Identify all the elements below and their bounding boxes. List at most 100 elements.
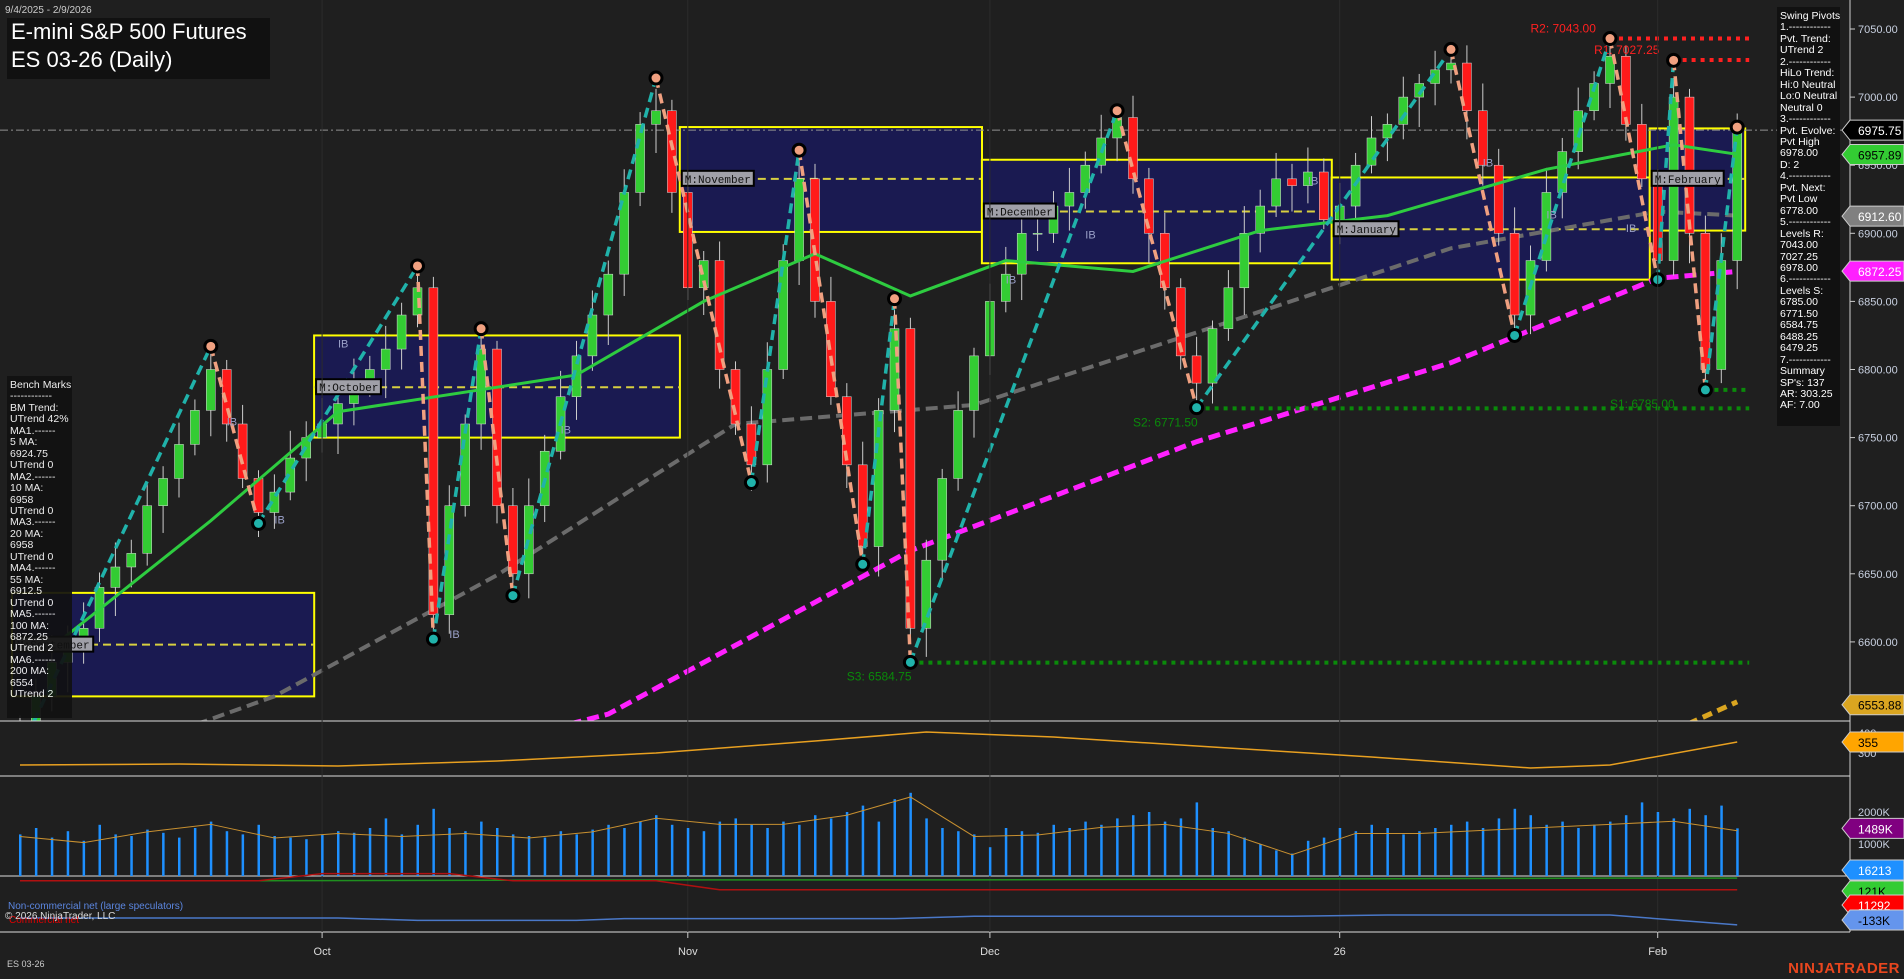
volume-bar bbox=[432, 808, 435, 876]
volume-tag: 1489K bbox=[1858, 822, 1893, 836]
volume-bar bbox=[1593, 824, 1596, 876]
x-tick-label: Oct bbox=[314, 946, 331, 958]
candle-up bbox=[460, 423, 470, 506]
volume-bar bbox=[384, 818, 388, 876]
panel-line: 6479.25 bbox=[1780, 342, 1818, 355]
volume-bar bbox=[1036, 832, 1040, 876]
y-tick-label: 7000.00 bbox=[1858, 92, 1898, 104]
swing-low-marker bbox=[902, 654, 918, 670]
volume-bar bbox=[1195, 802, 1199, 876]
volume-bar bbox=[82, 840, 86, 876]
ib-marker: IB bbox=[1085, 230, 1095, 242]
candle-up bbox=[635, 124, 645, 193]
chart-subtitle: ES 03-26 (Daily) bbox=[11, 47, 173, 72]
swing-high-marker bbox=[648, 70, 664, 86]
volume-bar bbox=[1704, 815, 1707, 876]
volume-bar bbox=[1497, 818, 1501, 876]
price-chart[interactable]: R2: 7043.00R1: 7027.25S1: 6785.00S2: 677… bbox=[0, 0, 1904, 979]
candle-up bbox=[524, 505, 534, 575]
level-label: S2: 6771.50 bbox=[1133, 415, 1198, 429]
volume-bar bbox=[1163, 821, 1167, 876]
panel-line: Summary bbox=[1780, 365, 1825, 378]
volume-bar bbox=[352, 832, 356, 876]
x-tick-label: Dec bbox=[980, 946, 1000, 958]
ib-marker: IB bbox=[1626, 223, 1636, 235]
candle-up bbox=[921, 559, 932, 629]
volume-bar bbox=[1465, 821, 1469, 876]
volume-bar bbox=[1672, 818, 1676, 876]
volume-bar bbox=[893, 799, 896, 876]
copyright: © 2026 NinjaTrader, LLC bbox=[5, 911, 116, 922]
volume-bar bbox=[1291, 853, 1294, 876]
volume-bar bbox=[1306, 840, 1310, 876]
volume-bar bbox=[1624, 815, 1628, 876]
volume-bar bbox=[575, 834, 578, 876]
level-label: R2: 7043.00 bbox=[1531, 22, 1597, 36]
volume-bar bbox=[162, 832, 165, 876]
volume-bar bbox=[1688, 808, 1691, 876]
volume-bar bbox=[909, 792, 912, 876]
candle-down bbox=[667, 110, 677, 193]
panel-line: 5.------------ bbox=[1780, 216, 1831, 229]
candle-down bbox=[1493, 164, 1504, 234]
candle-up bbox=[126, 553, 137, 568]
volume-bar bbox=[448, 828, 451, 876]
candle-down bbox=[1287, 178, 1297, 186]
volume-bar bbox=[1720, 805, 1723, 876]
y-tick-label: 6800.00 bbox=[1858, 365, 1898, 377]
volume-bar bbox=[225, 831, 229, 876]
panel-line: UTrend 2 bbox=[10, 688, 54, 701]
price-tag: 6975.75 bbox=[1858, 124, 1902, 138]
volume-bar bbox=[193, 828, 197, 876]
volume-bar bbox=[273, 836, 276, 876]
volume-bar bbox=[591, 829, 594, 876]
volume-bar bbox=[988, 847, 992, 876]
volume-bar bbox=[1481, 828, 1485, 876]
candle-up bbox=[380, 348, 391, 370]
candle-up bbox=[778, 260, 788, 370]
volume-bar bbox=[1513, 808, 1517, 876]
y-tick-label: 6850.00 bbox=[1858, 296, 1898, 308]
volume-bar bbox=[98, 824, 101, 876]
volume-bar bbox=[257, 824, 260, 876]
candle-down bbox=[905, 328, 916, 629]
y-tick-label: 6900.00 bbox=[1858, 228, 1898, 240]
ib-marker: IB bbox=[1308, 175, 1318, 187]
volume-bar bbox=[34, 828, 38, 876]
volume-bar bbox=[1577, 828, 1580, 876]
date-range: 9/4/2025 - 2/9/2026 bbox=[5, 5, 92, 16]
candle-up bbox=[969, 355, 979, 411]
candle-up bbox=[174, 444, 184, 479]
volume-bar bbox=[400, 834, 404, 876]
volume-bar bbox=[1545, 824, 1548, 876]
volume-bar bbox=[670, 824, 674, 876]
panel-line: HiLo Trend: bbox=[1780, 67, 1835, 80]
volume-bar bbox=[19, 834, 22, 876]
candle-down bbox=[1319, 171, 1329, 220]
swing-low-marker bbox=[743, 475, 759, 491]
panel-line: 5 MA: bbox=[10, 436, 38, 449]
candle-up bbox=[1223, 287, 1234, 329]
panel-line: 6912.5 bbox=[10, 585, 43, 598]
volume-bar bbox=[877, 821, 881, 876]
swing-high-marker bbox=[1602, 31, 1618, 47]
candle-up bbox=[1032, 233, 1043, 235]
volume-bar bbox=[925, 818, 928, 876]
price-tag: 6553.88 bbox=[1858, 699, 1902, 713]
volume-bar bbox=[1338, 828, 1342, 876]
volume-bar bbox=[209, 821, 213, 876]
cot-tag: -133K bbox=[1858, 914, 1890, 928]
volume-bar bbox=[559, 831, 563, 876]
volume-bar bbox=[639, 821, 642, 876]
volume-bar bbox=[241, 834, 245, 876]
candle-down bbox=[428, 287, 439, 615]
volume-bar bbox=[416, 824, 419, 876]
ib-marker: IB bbox=[1483, 158, 1493, 170]
volume-bar bbox=[655, 815, 658, 876]
month-label: M:December bbox=[987, 208, 1053, 220]
volume-bar bbox=[1370, 824, 1373, 876]
instrument-label: ES 03-26 bbox=[7, 959, 45, 969]
volume-bar bbox=[623, 828, 626, 876]
ib-marker: IB bbox=[274, 514, 284, 526]
ninjatrader-logo: NINJATRADER bbox=[1788, 960, 1900, 977]
